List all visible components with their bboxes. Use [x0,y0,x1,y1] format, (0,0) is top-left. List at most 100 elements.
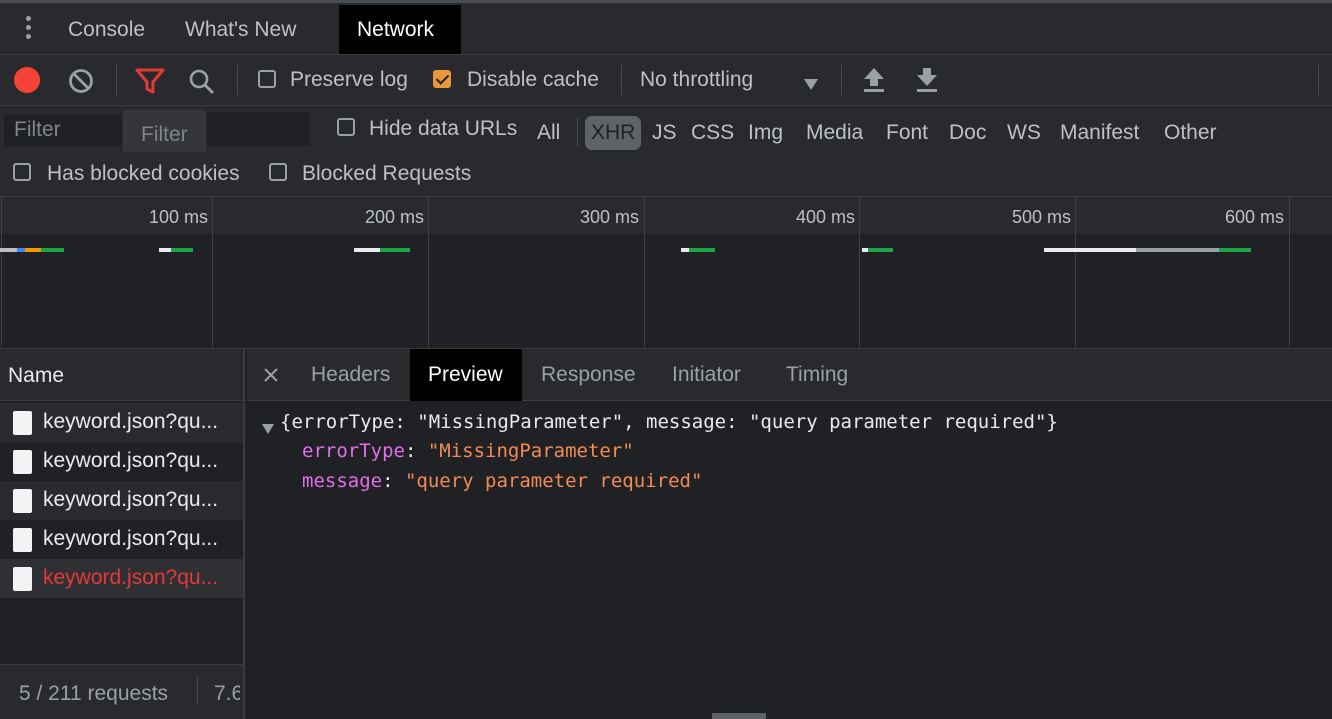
filter-input[interactable] [4,114,122,146]
json-property: message: "query parameter required" [302,470,703,492]
clear-icon[interactable] [68,68,94,94]
timeline-bar [17,248,25,252]
type-filter-all[interactable]: All [531,116,566,150]
request-name: keyword.json?qu... [43,488,219,511]
tab-initiator[interactable]: Initiator [654,349,759,401]
tab-preview[interactable]: Preview [410,349,522,401]
tick-label: 600 ms [1224,207,1284,227]
request-name: keyword.json?qu... [43,449,219,472]
tab-whats-new[interactable]: What's New [167,5,314,54]
hide-data-urls-checkbox[interactable] [337,118,355,136]
timeline-bar [159,248,171,252]
tab-network[interactable]: Network [339,5,461,54]
blocked-requests-checkbox[interactable] [269,163,287,181]
document-icon [13,411,32,435]
network-overview[interactable]: 100 ms 200 ms 300 ms 400 ms 500 ms 600 m… [0,197,1332,349]
upload-icon[interactable] [862,66,886,94]
type-filter-font[interactable]: Font [880,116,934,150]
json-key: errorType [302,440,405,462]
gridline [428,197,429,349]
timeline-bar [868,248,893,252]
request-row[interactable]: keyword.json?qu... [0,481,243,520]
tick-label: 500 ms [1011,207,1071,227]
devtools-tab-bar: Console What's New Network [0,0,1332,55]
download-icon[interactable] [915,66,939,94]
request-row[interactable]: keyword.json?qu... [0,403,243,442]
filter-input-ghost: Filter [123,110,206,152]
timeline-bar [25,248,41,252]
transfer-size: 7.6 [214,682,240,705]
type-filter-xhr[interactable]: XHR [585,116,642,150]
type-filter-css[interactable]: CSS [685,116,740,150]
timeline-bar [689,248,715,252]
timeline-bar [354,248,380,252]
gridline [644,197,645,349]
has-blocked-cookies-checkbox[interactable] [13,163,31,181]
name-column-header[interactable]: Name [0,349,243,401]
timeline-bar [681,248,689,252]
json-string-value: "MissingParameter" [427,440,634,462]
disable-cache-label[interactable]: Disable cache [467,68,599,92]
dropdown-arrow-icon[interactable] [803,73,819,90]
separator [116,65,117,95]
tick-label: 300 ms [579,207,639,227]
document-icon [13,450,32,474]
type-filter-img[interactable]: Img [742,116,789,150]
blocked-requests-label[interactable]: Blocked Requests [302,162,471,186]
request-name: keyword.json?qu... [43,410,219,433]
filter-input-extension [207,112,310,146]
timeline-bar [380,248,410,252]
type-filter-media[interactable]: Media [800,116,869,150]
json-key: message [302,470,383,492]
separator [577,118,578,146]
timeline-bar [1044,248,1136,252]
timeline-bar [0,248,17,252]
request-row[interactable]: keyword.json?qu... [0,442,243,481]
search-icon[interactable] [187,67,217,97]
separator [1318,65,1319,95]
has-blocked-cookies-label[interactable]: Has blocked cookies [47,162,240,186]
type-filter-js[interactable]: JS [646,116,683,150]
request-row-selected[interactable]: keyword.json?qu... [0,559,243,598]
expand-triangle-icon[interactable] [261,417,275,434]
record-icon[interactable] [14,67,40,93]
json-string-value: "query parameter required" [404,470,703,492]
filter-placeholder-ghost: Filter [141,123,188,146]
separator [237,65,238,95]
request-name: keyword.json?qu... [43,527,219,550]
filter-bar: Filter Hide data URLs All XHR JS CSS Img… [0,106,1332,197]
timeline-bar [1219,248,1251,252]
close-icon[interactable] [263,365,279,382]
gridline [1075,197,1076,349]
request-name-error: keyword.json?qu... [43,566,219,589]
type-filter-other[interactable]: Other [1158,116,1223,150]
document-icon [13,567,32,591]
document-icon [13,489,32,513]
request-row[interactable]: keyword.json?qu... [0,520,243,559]
json-property: errorType: "MissingParameter" [302,440,634,462]
requests-panel: Name keyword.json?qu... keyword.json?qu.… [0,349,245,719]
tab-console[interactable]: Console [50,5,163,54]
type-filter-ws[interactable]: WS [1001,116,1047,150]
timeline-bar [1136,248,1219,252]
hide-data-urls-label[interactable]: Hide data URLs [369,117,517,141]
tab-timing[interactable]: Timing [768,349,866,401]
name-header-label: Name [8,364,65,387]
more-vert-icon[interactable] [26,16,32,42]
tick-label: 200 ms [364,207,424,227]
json-object-summary[interactable]: {errorType: "MissingParameter", message:… [280,411,1058,433]
filter-icon[interactable] [135,67,165,95]
tick-label: 100 ms [148,207,208,227]
tab-response[interactable]: Response [523,349,654,401]
disable-cache-checkbox[interactable] [433,70,451,88]
type-filter-doc[interactable]: Doc [943,116,992,150]
preserve-log-checkbox[interactable] [258,70,276,88]
throttling-select[interactable]: No throttling [640,68,753,92]
type-filter-manifest[interactable]: Manifest [1054,116,1145,150]
preserve-log-label[interactable]: Preserve log [290,68,408,92]
gridline [1289,197,1290,349]
horizontal-scrollbar-thumb[interactable] [712,713,766,719]
top-border [0,0,1332,3]
tab-headers[interactable]: Headers [293,349,408,401]
document-icon [13,528,32,552]
